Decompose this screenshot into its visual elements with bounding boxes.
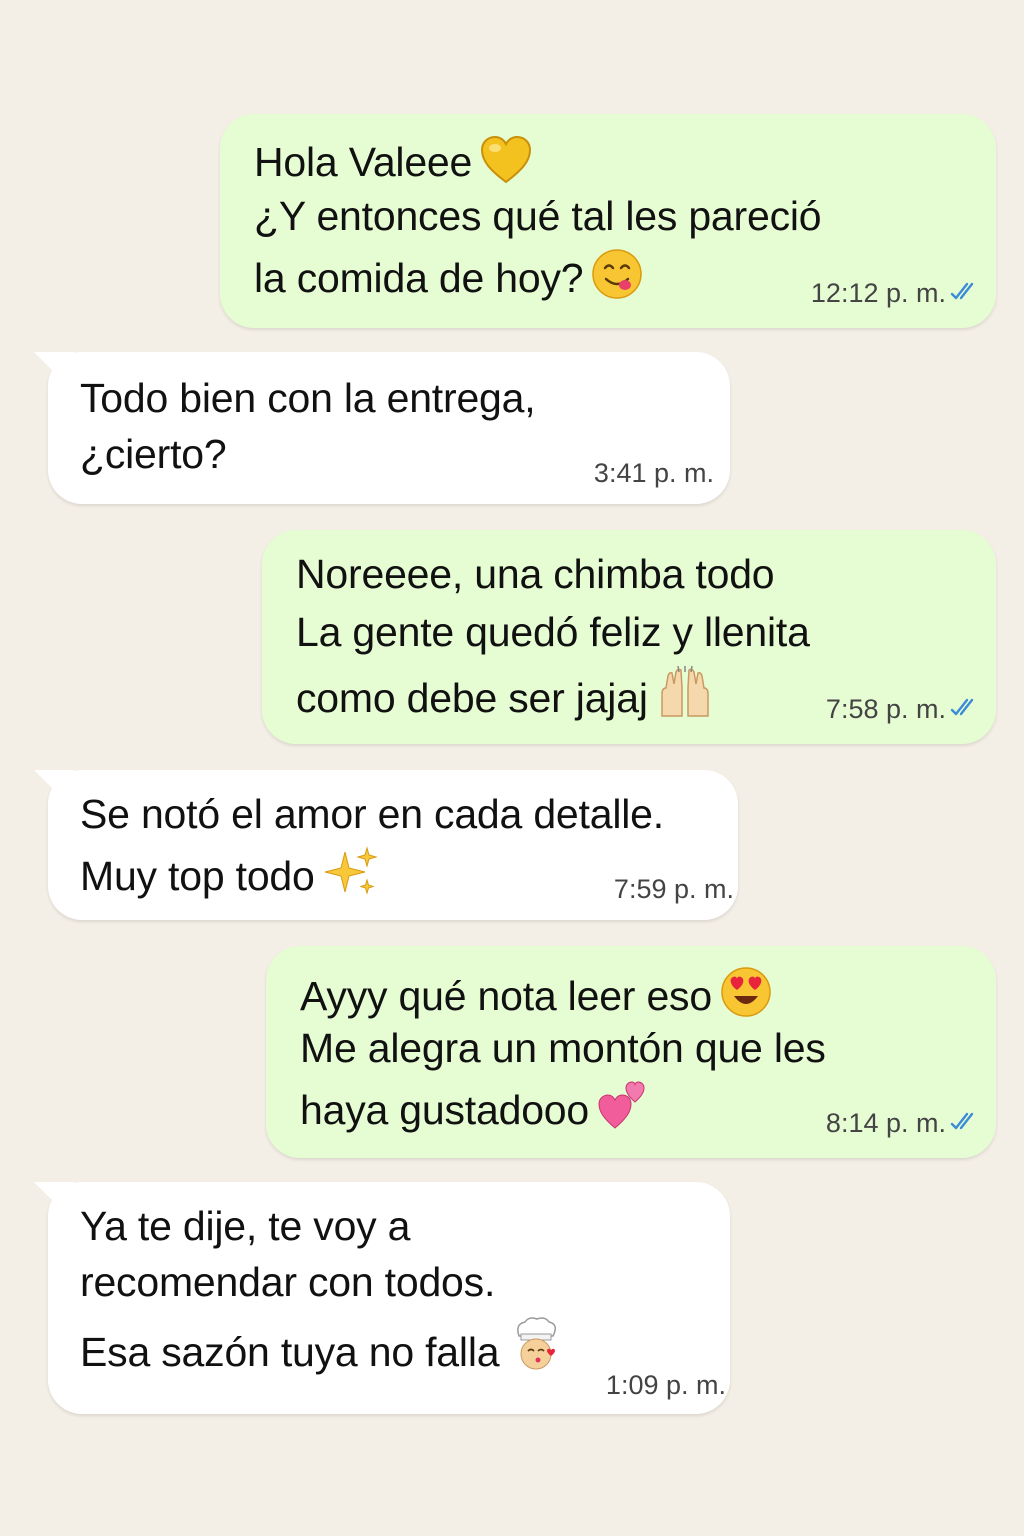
sparkles-emoji [323, 846, 379, 908]
message-time: 3:41 p. m. [593, 458, 714, 488]
message-text: ¿cierto? [80, 431, 227, 477]
raising-hands-emoji [656, 665, 714, 730]
chat-conversation: Hola Valeee ¿Y entonces qué tal les pare… [0, 0, 1024, 1536]
message-text: Me alegra un montón que les [300, 1025, 826, 1071]
message-text: Se notó el amor en cada detalle. [80, 791, 664, 837]
message-time: 12:12 p. m. [810, 278, 946, 308]
read-receipt-icon [950, 1108, 982, 1138]
message-bubble-incoming[interactable]: Ya te dije, te voy a recomendar con todo… [48, 1182, 730, 1414]
message-text: Noreeee, una chimba todo [296, 551, 775, 597]
message-text: Esa sazón tuya no falla [80, 1329, 500, 1375]
read-receipt-icon [950, 278, 982, 308]
message-text: Ayyy qué nota leer eso [300, 973, 712, 1019]
message-time: 8:14 p. m. [825, 1108, 946, 1138]
message-text: haya gustadooo [300, 1087, 590, 1133]
message-time: 7:59 p. m. [613, 874, 734, 904]
message-text: recomendar con todos. [80, 1259, 496, 1305]
message-text: La gente quedó feliz y llenita [296, 609, 810, 655]
message-bubble-outgoing[interactable]: Hola Valeee ¿Y entonces qué tal les pare… [220, 114, 996, 328]
message-text: Ya te dije, te voy a [80, 1203, 411, 1249]
yum-face-emoji [591, 248, 643, 310]
message-bubble-incoming[interactable]: Se notó el amor en cada detalle. Muy top… [48, 770, 738, 920]
message-text: Todo bien con la entrega, [80, 375, 536, 421]
message-time: 1:09 p. m. [605, 1370, 726, 1400]
message-bubble-outgoing[interactable]: Ayyy qué nota leer eso Me alegra un mont… [266, 946, 996, 1158]
two-hearts-emoji [597, 1080, 649, 1142]
message-text: Muy top todo [80, 853, 315, 899]
message-text: ¿Y entonces qué tal les pareció [254, 193, 822, 239]
message-bubble-incoming[interactable]: Todo bien con la entrega, ¿cierto? 3:41 … [48, 352, 730, 504]
heart-eyes-face-emoji [720, 966, 772, 1028]
message-bubble-outgoing[interactable]: Noreeee, una chimba todo La gente quedó … [262, 530, 996, 744]
message-text: como debe ser jajaj [296, 675, 648, 721]
message-text: Hola Valeee [254, 139, 473, 185]
chef-kiss-emoji [507, 1316, 565, 1384]
message-time: 7:58 p. m. [825, 694, 946, 724]
message-text: la comida de hoy? [254, 255, 584, 301]
yellow-heart-emoji [480, 135, 532, 194]
read-receipt-icon [950, 694, 982, 724]
